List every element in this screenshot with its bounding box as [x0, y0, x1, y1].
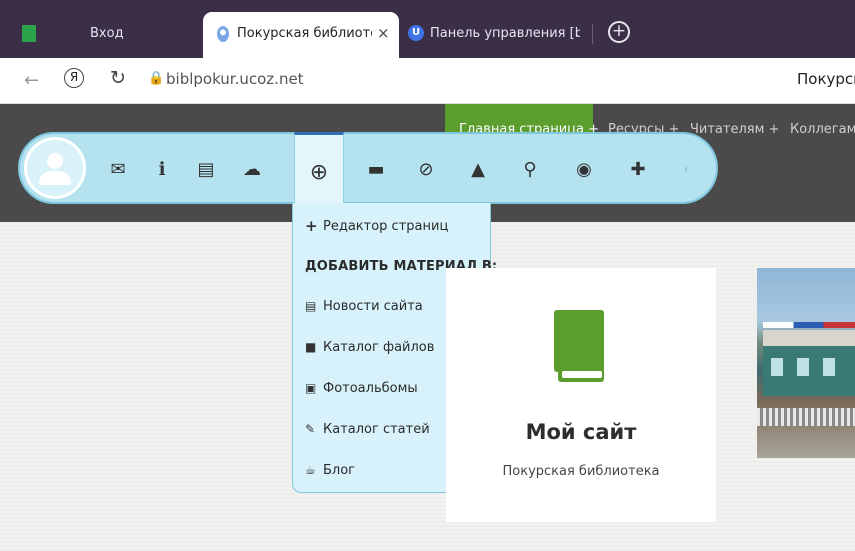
dropdown-item-label: Редактор страниц: [323, 218, 449, 234]
address-bar: ← Я ↻ 🔒 biblpokur.ucoz.net Покурск: [0, 58, 855, 104]
site-favicon-icon: [217, 26, 229, 42]
photo-roof: [763, 330, 855, 346]
photo-window: [771, 358, 783, 376]
photo-icon: ▣: [305, 381, 317, 395]
dropdown-item-label: Каталог статей: [323, 421, 430, 437]
avatar-head: [47, 153, 63, 169]
back-arrow-icon[interactable]: ←: [24, 70, 39, 91]
browser-window: { "tabs": [ {"label": "Вход"}, {"label":…: [0, 0, 855, 551]
flag-bunting: [763, 322, 855, 328]
edit-icon: ✎: [305, 422, 316, 436]
tab-control-panel[interactable]: U Панель управления [biblp: [402, 12, 588, 58]
tab-login[interactable]: Вход: [0, 12, 200, 58]
dropdown-item-photos[interactable]: ▣ Фотоальбомы: [305, 377, 418, 399]
puzzle-icon[interactable]: ✚: [624, 156, 652, 184]
dropdown-item-label: Фотоальбомы: [323, 380, 418, 396]
mail-icon[interactable]: ✉: [104, 156, 132, 184]
folder-icon[interactable]: ▬: [362, 156, 390, 184]
info-icon[interactable]: ℹ: [148, 156, 176, 184]
eye-icon[interactable]: ◉: [570, 156, 598, 184]
yandex-icon[interactable]: Я: [64, 68, 84, 88]
menu-item-colleagues[interactable]: Коллегам: [790, 122, 855, 137]
menu-item-readers[interactable]: Читателям +: [690, 122, 779, 137]
reload-icon[interactable]: ↻: [110, 67, 126, 89]
tab-label: Панель управления [biblp: [430, 26, 580, 41]
dropdown-item-articles[interactable]: ✎ Каталог статей: [305, 418, 430, 440]
new-tab-button[interactable]: +: [608, 21, 630, 43]
page-editor-item[interactable]: + Редактор страниц: [305, 215, 448, 237]
page-icon[interactable]: ▤: [192, 156, 220, 184]
card-title: Мой сайт: [525, 420, 637, 444]
dropdown-item-news[interactable]: ▤ Новости сайта: [305, 295, 423, 317]
library-building-photo: [757, 268, 855, 458]
tab-library[interactable]: Покурская библиотека ×: [203, 12, 399, 58]
block-icon[interactable]: ⊘: [412, 156, 440, 184]
site-card: Мой сайт Покурская библиотека: [446, 268, 716, 522]
url-field[interactable]: biblpokur.ucoz.net: [166, 70, 304, 88]
evernote-favicon-icon: [22, 25, 36, 42]
close-tab-icon[interactable]: ×: [377, 24, 390, 42]
dropdown-item-label: Блог: [323, 462, 356, 478]
news-icon: ▤: [305, 299, 317, 313]
ucoz-favicon-icon: U: [408, 25, 424, 41]
dropdown-item-label: Каталог файлов: [323, 339, 435, 355]
avatar-body: [39, 171, 71, 185]
tab-label: Покурская библиотека: [237, 26, 372, 41]
page-content: Главная страница + Ресурсы + Читателям +…: [0, 104, 855, 551]
page-title: Покурск: [797, 70, 855, 88]
chat-icon[interactable]: ☁: [238, 156, 266, 184]
photo-fence: [757, 408, 855, 426]
avatar[interactable]: [24, 137, 86, 199]
chevron-left-icon[interactable]: ‹: [672, 156, 700, 184]
ucoz-admin-panel: ✉ ℹ ▤ ☁ ⊕ ▬ ⊘ ▲ ⚲ ◉ ✚ ‹: [18, 132, 718, 208]
dropdown-item-blog[interactable]: ☕ Блог: [305, 459, 355, 481]
lock-icon[interactable]: 🔒: [148, 71, 164, 86]
tab-label: Вход: [90, 26, 124, 41]
photo-window: [797, 358, 809, 376]
cup-icon: ☕: [305, 463, 316, 477]
dropdown-item-files[interactable]: ■ Каталог файлов: [305, 336, 434, 358]
plus-icon: +: [305, 217, 318, 235]
search-icon[interactable]: ⚲: [516, 156, 544, 184]
photo-window: [823, 358, 835, 376]
add-icon[interactable]: ⊕: [294, 132, 344, 208]
tab-separator: [592, 24, 593, 44]
tab-bar: Вход Покурская библиотека × U Панель упр…: [0, 0, 855, 58]
bell-icon[interactable]: ▲: [464, 156, 492, 184]
dropdown-item-label: Новости сайта: [323, 298, 423, 314]
card-subtitle: Покурская библиотека: [502, 464, 660, 479]
book-icon: [554, 310, 604, 382]
folder-icon: ■: [305, 340, 317, 354]
